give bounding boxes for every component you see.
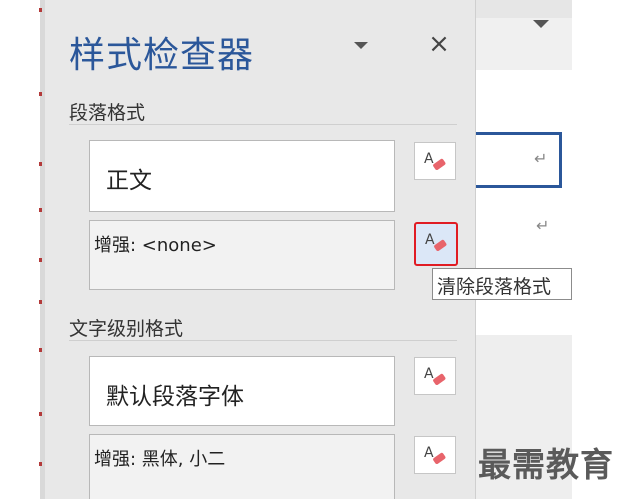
paragraph-style-name: 正文 bbox=[106, 168, 152, 194]
revision-tick bbox=[39, 300, 42, 304]
clear-formatting-eraser-icon: A bbox=[425, 232, 447, 251]
screen: ↵ ↵ 样式检查器 × 段落格式 正文 A 增强: <none> A 文字级别格… bbox=[0, 0, 630, 499]
revision-tick bbox=[39, 8, 42, 12]
close-icon[interactable]: × bbox=[425, 30, 453, 58]
section-divider bbox=[69, 340, 457, 341]
revision-tick bbox=[39, 162, 42, 166]
paragraph-enhancement-text: 增强: <none> bbox=[94, 235, 217, 256]
revision-tick bbox=[39, 258, 42, 262]
style-inspector-pane: 样式检查器 × 段落格式 正文 A 增强: <none> A 文字级别格式 默认… bbox=[45, 0, 476, 499]
document-background bbox=[476, 18, 572, 70]
paragraph-format-header: 段落格式 bbox=[69, 102, 146, 124]
reset-character-style-button[interactable]: A bbox=[414, 357, 456, 395]
paragraph-style-box[interactable]: 正文 bbox=[89, 140, 395, 212]
tooltip-clear-paragraph-formatting: 清除段落格式 bbox=[432, 268, 572, 300]
document-right-area bbox=[572, 0, 630, 499]
text-level-format-header: 文字级别格式 bbox=[69, 318, 184, 340]
revision-tick bbox=[39, 208, 42, 212]
clear-paragraph-formatting-button[interactable]: A bbox=[414, 222, 458, 266]
svg-text:A: A bbox=[424, 151, 434, 167]
revision-tick bbox=[39, 412, 42, 416]
scroll-caret-icon[interactable] bbox=[533, 20, 549, 28]
character-style-box[interactable]: 默认段落字体 bbox=[89, 356, 395, 426]
reset-paragraph-style-button[interactable]: A bbox=[414, 142, 456, 180]
clear-character-formatting-button[interactable]: A bbox=[414, 436, 456, 474]
revision-tick bbox=[39, 92, 42, 96]
svg-text:A: A bbox=[424, 366, 434, 382]
clear-formatting-eraser-icon: A bbox=[424, 151, 446, 170]
svg-text:A: A bbox=[424, 445, 434, 461]
character-enhancement-box[interactable]: 增强: 黑体, 小二 bbox=[89, 434, 395, 499]
revision-tick bbox=[39, 348, 42, 352]
pane-options-chevron-down-icon[interactable] bbox=[354, 42, 368, 49]
paragraph-enhancement-box[interactable]: 增强: <none> bbox=[89, 220, 395, 290]
svg-text:A: A bbox=[425, 232, 435, 248]
revision-tick bbox=[39, 462, 42, 466]
character-enhancement-text: 增强: 黑体, 小二 bbox=[94, 449, 226, 470]
document-left-margin bbox=[0, 0, 45, 499]
clear-formatting-eraser-icon: A bbox=[424, 366, 446, 385]
document-selected-paragraph[interactable]: ↵ bbox=[476, 132, 562, 188]
watermark: 最需教育 bbox=[478, 445, 614, 484]
character-style-name: 默认段落字体 bbox=[106, 384, 244, 410]
section-divider bbox=[69, 124, 457, 125]
paragraph-mark: ↵ bbox=[536, 216, 550, 235]
clear-formatting-eraser-icon: A bbox=[424, 445, 446, 464]
paragraph-mark: ↵ bbox=[534, 149, 548, 168]
pane-title: 样式检查器 bbox=[69, 35, 255, 76]
document-ruler bbox=[476, 0, 572, 18]
